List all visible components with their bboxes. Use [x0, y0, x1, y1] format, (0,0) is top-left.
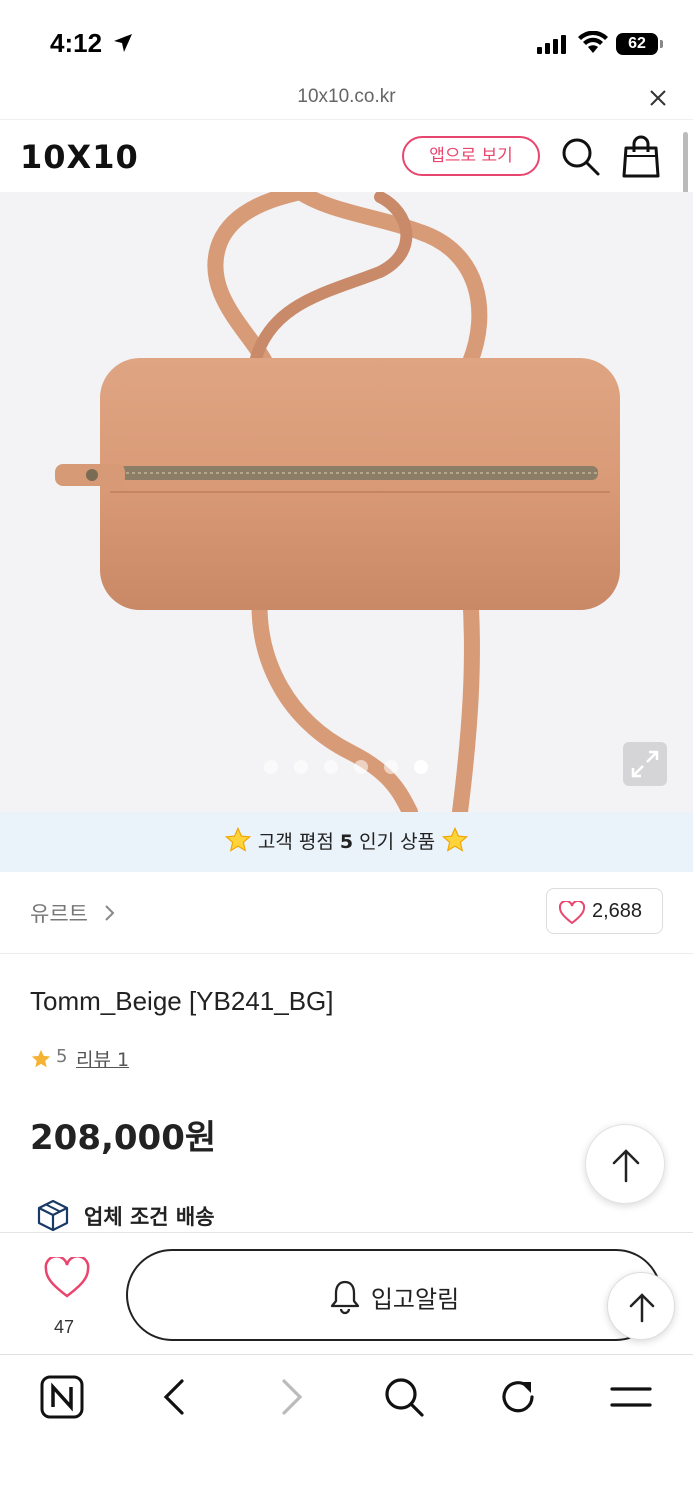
expand-icon — [631, 750, 659, 778]
forward-icon[interactable] — [276, 1375, 306, 1419]
scroll-to-top-button-small[interactable] — [607, 1272, 675, 1340]
star-icon — [442, 826, 469, 852]
open-in-app-button[interactable]: 앱으로 보기 — [402, 136, 540, 176]
status-time: 4:12 — [50, 28, 103, 58]
gallery-dot-active[interactable] — [414, 760, 428, 774]
brand-like-count: 2,688 — [592, 900, 643, 922]
browser-toolbar — [0, 1354, 693, 1500]
chevron-right-icon[interactable] — [104, 904, 116, 922]
star-icon — [31, 1049, 51, 1068]
product-title: Tomm_Beige [YB241_BG] — [30, 986, 334, 1016]
star-icon — [224, 826, 251, 852]
wifi-icon — [578, 31, 608, 53]
product-price: 208,000원 — [30, 1118, 217, 1158]
site-logo[interactable]: 10X10 — [20, 138, 139, 176]
box-icon — [37, 1199, 69, 1232]
purchase-bar: 47 입고알림 — [0, 1232, 693, 1354]
gallery-dot[interactable] — [294, 760, 308, 774]
location-arrow-icon — [114, 34, 132, 52]
scroll-to-top-button[interactable] — [585, 1124, 665, 1204]
wish-count: 47 — [54, 1317, 75, 1337]
product-photo — [0, 192, 693, 812]
review-link[interactable]: 리뷰 1 — [76, 1045, 129, 1072]
brand-like-button[interactable]: 2,688 — [546, 888, 663, 934]
battery-level: 62 — [628, 35, 646, 52]
naver-home-icon[interactable] — [40, 1375, 84, 1419]
gallery-dot[interactable] — [324, 760, 338, 774]
restock-alert-button[interactable]: 입고알림 — [126, 1249, 662, 1341]
url-bar[interactable]: 10x10.co.kr — [0, 82, 693, 118]
gallery-pagination — [264, 760, 428, 774]
battery-nub — [660, 40, 663, 48]
product-image-gallery[interactable] — [0, 192, 693, 812]
site-header: 10X10 앱으로 보기 — [0, 119, 693, 192]
signal-icon — [537, 35, 566, 54]
scrollbar[interactable] — [683, 132, 688, 196]
product-rating-score: 5 — [56, 1046, 68, 1067]
gallery-dot[interactable] — [384, 760, 398, 774]
heart-icon — [559, 901, 585, 925]
battery-icon: 62 — [616, 33, 658, 55]
shopping-bag-icon[interactable] — [620, 134, 662, 180]
shipping-text: 업체 조건 배송 — [84, 1205, 215, 1229]
rating-banner: 고객 평점 5 인기 상품 — [0, 812, 693, 872]
rating-banner-score: 5 — [339, 831, 354, 853]
gallery-dot[interactable] — [264, 760, 278, 774]
brand-row: 유르트 2,688 — [0, 872, 693, 954]
back-icon[interactable] — [160, 1375, 190, 1419]
gallery-dot[interactable] — [354, 760, 368, 774]
search-icon[interactable] — [382, 1375, 426, 1419]
rating-banner-prefix: 고객 평점 — [257, 831, 340, 853]
expand-image-button[interactable] — [623, 742, 667, 786]
rating-banner-suffix: 인기 상품 — [353, 831, 436, 853]
status-bar: 4:12 62 — [0, 0, 693, 82]
bell-icon — [330, 1280, 359, 1315]
restock-alert-label: 입고알림 — [370, 1285, 460, 1314]
arrow-up-icon — [612, 1149, 640, 1183]
url-text[interactable]: 10x10.co.kr — [0, 86, 693, 108]
heart-icon[interactable] — [44, 1257, 90, 1299]
search-icon[interactable] — [560, 136, 602, 178]
menu-icon[interactable] — [609, 1375, 653, 1419]
restock-alert-content: 입고알림 — [128, 1279, 660, 1315]
close-icon[interactable] — [648, 88, 668, 108]
refresh-icon[interactable] — [496, 1375, 540, 1419]
arrow-up-icon — [629, 1293, 655, 1323]
brand-link[interactable]: 유르트 — [30, 898, 88, 928]
